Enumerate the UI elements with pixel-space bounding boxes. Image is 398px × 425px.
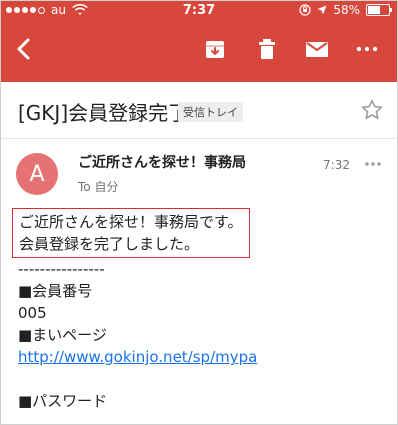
body-line: 会員登録を完了しました。 [19,235,200,253]
mypage-link[interactable]: http://www.gokinjo.net/sp/mypa [18,346,388,368]
message-more-icon[interactable] [364,158,382,170]
app-header: au 7:37 58% [0,0,398,82]
archive-icon [206,41,224,58]
separator-line: ---------------- [18,260,105,278]
trash-icon [259,39,275,59]
avatar[interactable]: A [16,153,58,195]
subject-row: [GKJ]会員登録完了 受信トレイ [0,82,398,139]
battery-percent: 58% [333,3,360,17]
sender-name: ご近所さんを探せ！事務局 [78,155,246,171]
avatar-letter: A [29,161,45,187]
mypage-heading: ■まいページ [18,326,107,344]
highlighted-intro: ご近所さんを探せ！事務局です。 会員登録を完了しました。 [12,208,250,258]
message-time: 7:32 [323,158,350,172]
inbox-label-badge[interactable]: 受信トレイ [178,102,243,122]
star-icon[interactable] [360,98,384,122]
location-icon [317,5,327,15]
email-subject: [GKJ]会員登録完了 [18,101,189,125]
rotation-lock-icon [299,4,311,16]
battery-icon [366,4,392,16]
mark-unread-button[interactable] [302,32,332,66]
email-body: ご近所さんを探せ！事務局です。 会員登録を完了しました。 -----------… [12,208,388,412]
status-right: 58% [299,3,392,17]
recipient-line[interactable]: To 自分 [78,178,118,195]
back-arrow-icon [17,38,30,60]
back-button[interactable] [8,32,38,66]
member-number-value: 005 [18,304,47,322]
email-toolbar [0,22,398,82]
password-heading: ■パスワード [18,392,108,410]
body-line: ご近所さんを探せ！事務局です。 [19,213,243,231]
more-dots-icon [356,46,378,52]
sender-row: A ご近所さんを探せ！事務局 To 自分 7:32 [0,138,398,198]
archive-button[interactable] [200,32,230,66]
mail-icon [306,42,328,57]
more-options-button[interactable] [352,32,382,66]
status-bar: au 7:37 58% [0,0,398,22]
delete-button[interactable] [252,32,282,66]
member-number-heading: ■会員番号 [18,282,93,300]
